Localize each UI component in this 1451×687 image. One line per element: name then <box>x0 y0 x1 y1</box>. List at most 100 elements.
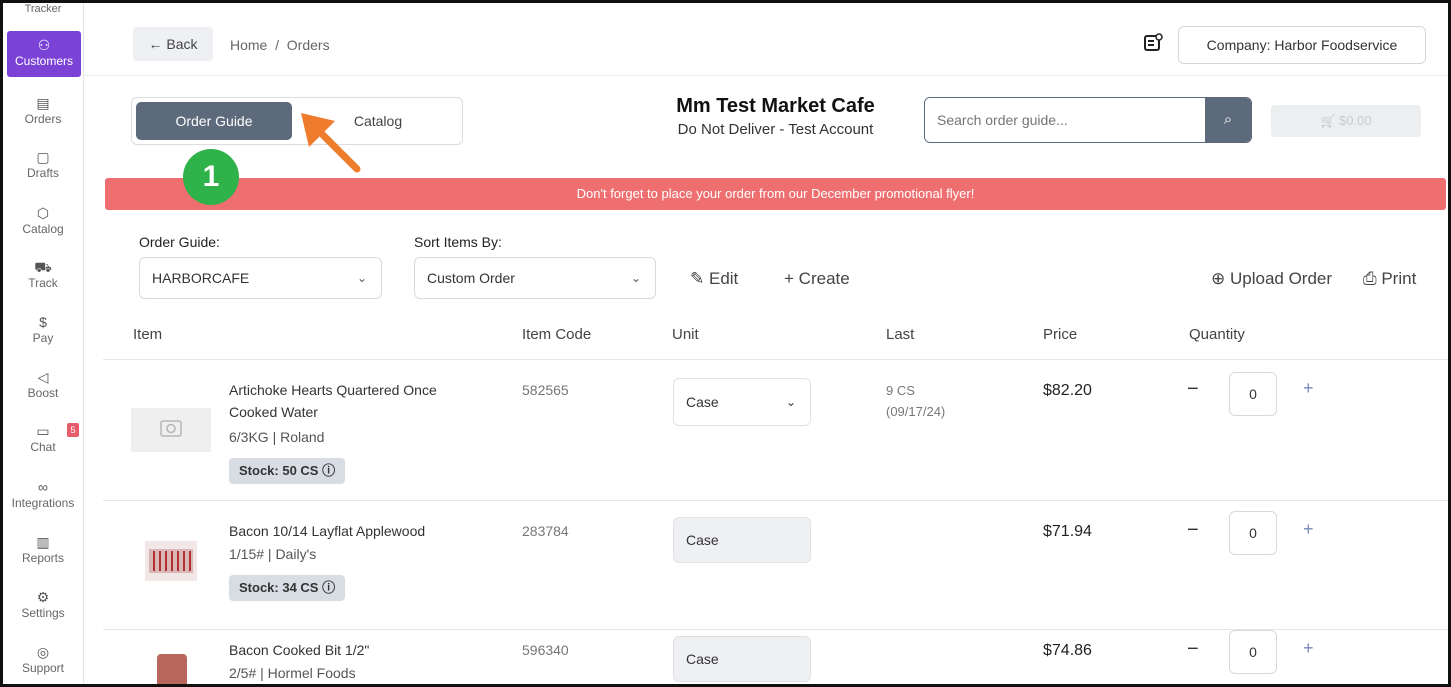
print-button[interactable]: ⎙ Print <box>1363 269 1416 289</box>
item-name[interactable]: Bacon Cooked Bit 1/2" <box>229 639 369 661</box>
cart-button[interactable]: 🛒 $0.00 <box>1271 105 1421 137</box>
sidebar-item-label: Catalog <box>22 222 64 236</box>
tab-order-guide[interactable]: Order Guide <box>136 102 292 140</box>
item-name[interactable]: Bacon 10/14 Layflat Applewood <box>229 520 425 542</box>
increase-quantity-button[interactable]: + <box>1303 378 1314 399</box>
item-code: 596340 <box>522 642 569 658</box>
link-icon: ∞ <box>38 479 48 495</box>
camera-placeholder-icon <box>131 408 211 452</box>
unit-field[interactable]: Case <box>673 636 811 682</box>
quantity-input[interactable]: 0 <box>1229 372 1277 416</box>
step-number-badge: 1 <box>183 149 239 205</box>
arrow-left-icon: ← <box>148 36 163 52</box>
unit-field[interactable]: Case <box>673 517 811 563</box>
sidebar-item-reports[interactable]: ▥ Reports <box>3 534 83 566</box>
dollar-icon: $ <box>39 314 47 330</box>
sidebar-item-label: Integrations <box>11 496 75 510</box>
sidebar-item-tracker[interactable]: Tracker <box>3 3 83 15</box>
top-bar: ← Back Home / Orders Company: Harbor Foo… <box>83 3 1448 76</box>
column-header-last: Last <box>886 326 915 343</box>
quantity-input[interactable]: 0 <box>1229 630 1277 674</box>
item-price: $74.86 <box>1043 642 1092 659</box>
sidebar-item-label: Drafts <box>26 166 59 180</box>
sidebar-item-label: Orders <box>24 112 62 126</box>
quantity-input[interactable]: 0 <box>1229 511 1277 555</box>
item-detail: 6/3KG | Roland <box>229 429 325 445</box>
sidebar-item-support[interactable]: ◎ Support <box>3 644 83 676</box>
item-code: 582565 <box>522 382 569 398</box>
app-window: Tracker ⚇ Customers ▤ Orders ▢ Drafts ⬡ … <box>0 0 1451 687</box>
customer-name: Mm Test Market Cafe <box>676 95 875 117</box>
sidebar-item-track[interactable]: ⛟ Track <box>3 259 83 291</box>
create-label: Create <box>798 269 850 288</box>
last-date: (09/17/24) <box>886 404 946 419</box>
sidebar-item-settings[interactable]: ⚙ Settings <box>3 589 83 621</box>
breadcrumb: Home / Orders <box>230 37 330 53</box>
item-name[interactable]: Artichoke Hearts Quartered Once Cooked W… <box>229 379 437 423</box>
sidebar: Tracker ⚇ Customers ▤ Orders ▢ Drafts ⬡ … <box>3 3 84 684</box>
box-icon: ⬡ <box>36 205 50 221</box>
upload-label: Upload Order <box>1229 269 1333 288</box>
sidebar-item-pay[interactable]: $ Pay <box>3 314 83 346</box>
users-icon: ⚇ <box>37 37 51 53</box>
customer-subtitle: Do Not Deliver - Test Account <box>677 121 874 138</box>
sort-label: Sort Items By: <box>414 234 502 250</box>
item-detail: 2/5# | Hormel Foods <box>229 665 356 681</box>
sidebar-item-integrations[interactable]: ∞ Integrations <box>3 479 83 511</box>
stock-badge: Stock: 34 CS ⓘ <box>229 575 346 601</box>
search-box: ⌕ <box>924 97 1252 143</box>
sidebar-item-drafts[interactable]: ▢ Drafts <box>3 149 83 181</box>
info-icon[interactable]: ⓘ <box>322 580 335 595</box>
increase-quantity-button[interactable]: + <box>1303 519 1314 540</box>
sidebar-item-label: Track <box>28 276 58 290</box>
back-label: Back <box>166 36 198 52</box>
gear-icon: ⚙ <box>36 589 50 605</box>
search-input[interactable] <box>925 98 1229 142</box>
sidebar-item-catalog[interactable]: ⬡ Catalog <box>3 205 83 237</box>
table-row: Artichoke Hearts Quartered Once Cooked W… <box>103 359 1448 500</box>
increase-quantity-button[interactable]: + <box>1303 638 1314 659</box>
sidebar-item-chat[interactable]: ▭ Chat 5 <box>3 423 83 455</box>
sidebar-item-orders[interactable]: ▤ Orders <box>3 95 83 127</box>
column-header-item-code: Item Code <box>522 326 592 343</box>
decrease-quantity-button[interactable]: − <box>1187 519 1199 542</box>
sidebar-item-customers[interactable]: ⚇ Customers <box>7 31 81 77</box>
create-button[interactable]: + Create <box>784 269 850 289</box>
info-icon[interactable]: ⓘ <box>322 463 335 478</box>
chevron-down-icon: ⌄ <box>356 271 367 285</box>
order-guide-select[interactable]: HARBORCAFE ⌄ <box>139 257 382 299</box>
column-header-item: Item <box>133 326 163 343</box>
print-icon: ⎙ <box>1363 269 1377 288</box>
column-header-unit: Unit <box>672 326 699 343</box>
sidebar-item-boost[interactable]: ◁ Boost <box>3 369 83 401</box>
back-button[interactable]: ← Back <box>133 27 213 61</box>
item-price: $82.20 <box>1043 382 1092 399</box>
sidebar-item-label: Boost <box>27 386 59 400</box>
order-guide-value: HARBORCAFE <box>152 270 250 286</box>
notes-icon[interactable] <box>1143 33 1163 58</box>
stock-badge: Stock: 50 CS ⓘ <box>229 458 346 484</box>
decrease-quantity-button[interactable]: − <box>1187 638 1199 661</box>
sidebar-item-label: Tracker <box>24 3 62 15</box>
decrease-quantity-button[interactable]: − <box>1187 378 1199 401</box>
print-label: Print <box>1381 269 1417 288</box>
unit-select[interactable]: Case ⌄ <box>673 378 811 426</box>
search-button[interactable]: ⌕ <box>1205 98 1251 142</box>
upload-order-button[interactable]: ⊕ Upload Order <box>1211 269 1332 289</box>
view-toggle: Order Guide Catalog <box>131 97 463 145</box>
item-code: 283784 <box>522 523 569 539</box>
plus-icon: + <box>784 269 794 288</box>
stock-text: Stock: 34 CS <box>239 580 319 595</box>
unit-value: Case <box>686 651 719 667</box>
truck-icon: ⛟ <box>34 259 52 275</box>
sort-select[interactable]: Custom Order ⌄ <box>414 257 656 299</box>
edit-button[interactable]: ✎ Edit <box>690 269 738 289</box>
item-price: $71.94 <box>1043 523 1092 540</box>
product-image <box>145 541 197 581</box>
sort-value: Custom Order <box>427 270 515 286</box>
sidebar-item-label: Reports <box>21 551 65 565</box>
company-selector[interactable]: Company: Harbor Foodservice <box>1178 26 1426 64</box>
sidebar-item-label: Pay <box>32 331 54 345</box>
promo-banner: Don't forget to place your order from ou… <box>105 178 1446 210</box>
order-guide-label: Order Guide: <box>139 234 220 250</box>
